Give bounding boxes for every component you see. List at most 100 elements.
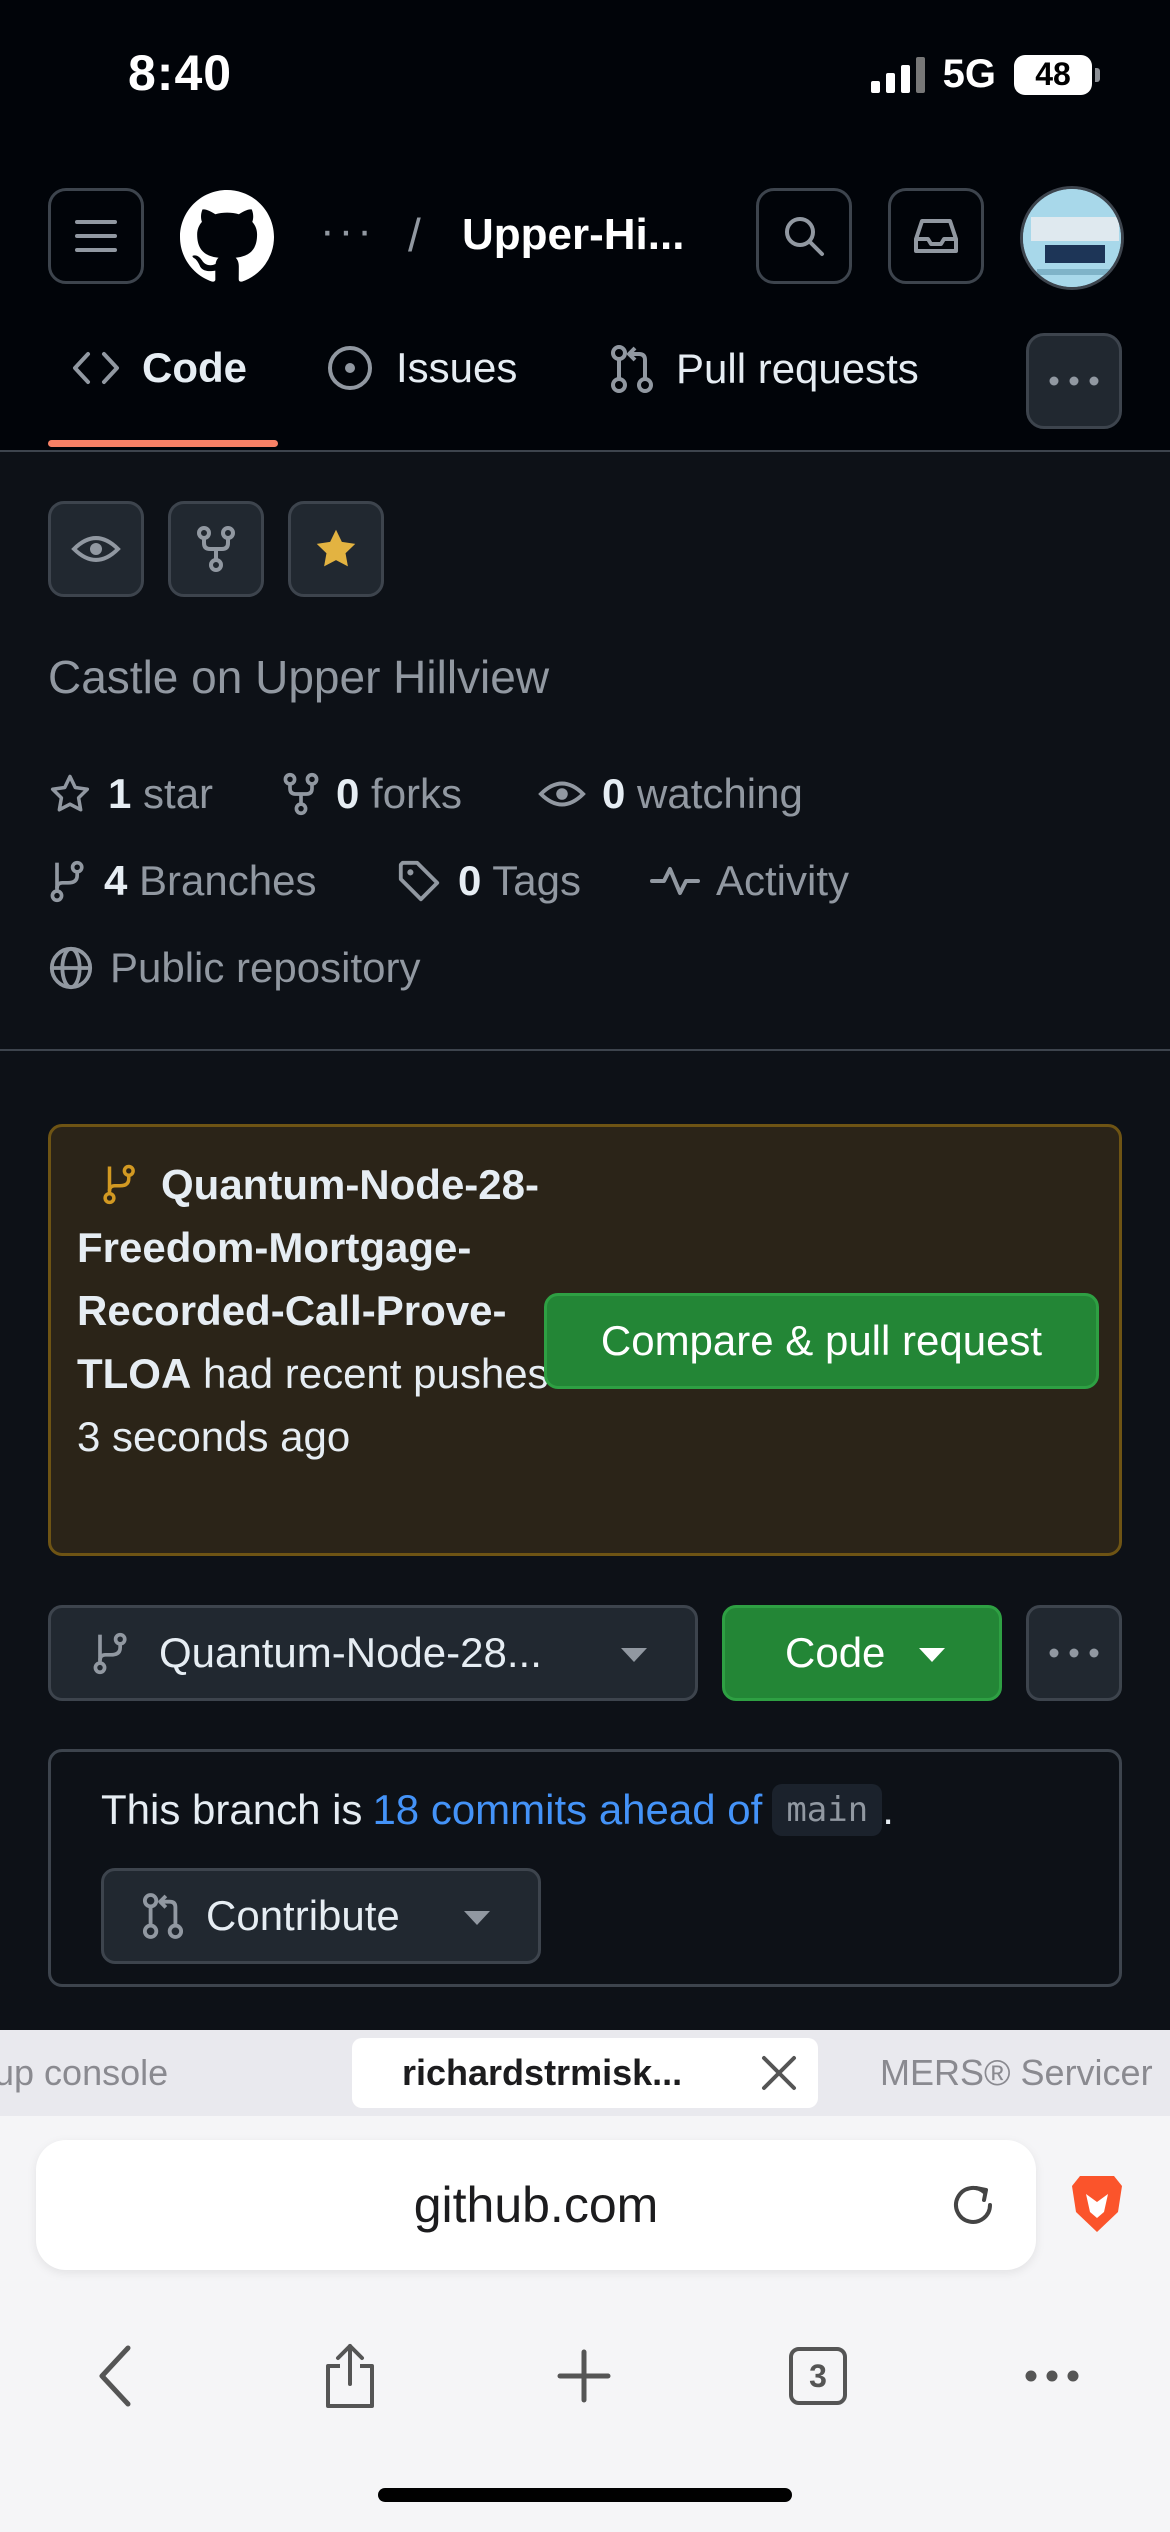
tab-code-label: Code	[142, 344, 247, 391]
globe-icon	[49, 946, 93, 990]
chevron-left-icon	[99, 2345, 131, 2407]
github-header	[0, 150, 1170, 450]
forks-count: 0	[336, 770, 360, 817]
fork-icon	[283, 772, 319, 816]
recent-push-message: Quantum-Node-28-Freedom-Mortgage-Recorde…	[77, 1153, 577, 1468]
tags-count: 0	[458, 857, 482, 904]
address-bar[interactable]: github.com	[36, 2140, 1036, 2270]
code-dropdown-button[interactable]: Code	[722, 1605, 1002, 1701]
git-branch-icon	[50, 860, 84, 903]
signal-icon	[870, 56, 925, 93]
kebab-horizontal-icon	[1049, 376, 1099, 386]
base-branch-label: main	[772, 1784, 883, 1836]
branches-count: 4	[104, 857, 128, 904]
home-indicator	[378, 2488, 792, 2502]
browser-tab[interactable]: up console	[0, 2030, 168, 2116]
avatar[interactable]	[1020, 186, 1124, 290]
search-icon	[785, 217, 824, 256]
stars-label: star	[143, 770, 214, 817]
browser-tab-label: richardstrmisk...	[402, 2052, 683, 2093]
battery-icon: 48	[1014, 54, 1100, 95]
more-options-button[interactable]	[1026, 1605, 1122, 1701]
browser-menu-button[interactable]	[1002, 2326, 1102, 2426]
brave-lion-icon[interactable]	[1068, 2172, 1126, 2236]
browser-tab-active[interactable]: richardstrmisk...	[352, 2038, 818, 2108]
selected-branch-label: Quantum-Node-28...	[159, 1629, 542, 1676]
branches-label: Branches	[139, 857, 317, 904]
tab-code[interactable]: Code	[72, 344, 247, 392]
tab-issues-label: Issues	[396, 344, 518, 391]
tabs-button[interactable]: 3	[768, 2326, 868, 2426]
more-horizontal-icon	[1025, 2370, 1079, 2382]
visibility-info: Public repository	[48, 944, 420, 992]
stars-link[interactable]: 1 star	[48, 770, 213, 818]
path-separator: /	[408, 209, 421, 261]
tabs-overflow-button[interactable]	[1026, 333, 1122, 429]
stars-count: 1	[108, 770, 132, 817]
menu-button[interactable]	[48, 188, 144, 284]
back-button[interactable]	[66, 2326, 166, 2426]
github-logo-icon[interactable]	[180, 190, 274, 284]
compare-pull-request-button[interactable]: Compare & pull request	[544, 1293, 1099, 1389]
watching-label: watching	[637, 770, 803, 817]
code-icon	[73, 352, 119, 384]
repo-description: Castle on Upper Hillview	[48, 651, 550, 703]
share-icon	[326, 2344, 374, 2408]
active-tab-indicator	[48, 440, 278, 447]
branch-ahead-message: This branch is 18 commits ahead of main …	[101, 1784, 894, 1836]
browser-toolbar: github.com 3	[0, 2116, 1170, 2532]
tags-label: Tags	[492, 857, 581, 904]
git-branch-icon	[93, 1632, 127, 1675]
eye-icon	[538, 781, 586, 807]
header-divider	[0, 450, 1170, 452]
recent-push-banner: Quantum-Node-28-Freedom-Mortgage-Recorde…	[48, 1124, 1122, 1556]
watching-count: 0	[602, 770, 626, 817]
share-button[interactable]	[300, 2326, 400, 2426]
tab-pull-requests-label: Pull requests	[676, 345, 919, 392]
branch-status-prefix: This branch is	[101, 1786, 363, 1833]
pulse-icon	[650, 867, 700, 895]
inbox-icon	[914, 219, 958, 253]
forks-link[interactable]: 0 forks	[282, 770, 462, 818]
watch-button[interactable]	[48, 501, 144, 597]
path-ellipsis[interactable]: ···	[320, 206, 376, 256]
contribute-label: Contribute	[206, 1892, 400, 1939]
activity-label: Activity	[716, 857, 850, 904]
triangle-down-icon	[464, 1911, 490, 1925]
close-icon[interactable]	[760, 2054, 798, 2092]
tab-issues[interactable]: Issues	[326, 344, 517, 392]
browser-tab-strip: up console richardstrmisk... MERS® Servi…	[0, 2030, 1170, 2116]
browser-tab[interactable]: MERS® Servicer	[880, 2030, 1153, 2116]
watchers-link[interactable]: 0 watching	[538, 770, 803, 818]
fork-icon	[197, 526, 235, 572]
search-button[interactable]	[756, 188, 852, 284]
fork-button[interactable]	[168, 501, 264, 597]
commits-ahead-link[interactable]: 18 commits ahead of	[372, 1786, 762, 1834]
visibility-label: Public repository	[110, 944, 421, 991]
reload-icon[interactable]	[946, 2178, 1000, 2232]
tag-icon	[398, 860, 440, 902]
url-text: github.com	[413, 2177, 659, 2233]
tags-link[interactable]: 0 Tags	[396, 857, 581, 905]
tab-count: 3	[789, 2347, 847, 2405]
star-icon	[50, 774, 90, 812]
status-indicators: 5G 48	[870, 52, 1100, 97]
network-label: 5G	[942, 52, 996, 96]
battery-level: 48	[1035, 56, 1071, 92]
star-fill-icon	[316, 529, 356, 567]
branches-link[interactable]: 4 Branches	[48, 857, 316, 905]
tab-pull-requests[interactable]: Pull requests	[610, 344, 919, 394]
repo-name-link[interactable]: Upper-Hi...	[462, 210, 684, 260]
branch-selector[interactable]: Quantum-Node-28...	[48, 1605, 698, 1701]
triangle-down-icon	[621, 1648, 647, 1662]
branch-status-box: This branch is 18 commits ahead of main …	[48, 1749, 1122, 1987]
inbox-button[interactable]	[888, 188, 984, 284]
star-button[interactable]	[288, 501, 384, 597]
contribute-button[interactable]: Contribute	[101, 1868, 541, 1964]
status-time: 8:40	[128, 45, 233, 101]
kebab-horizontal-icon	[1049, 1648, 1099, 1658]
section-divider	[0, 1049, 1170, 1051]
hamburger-icon	[75, 220, 117, 252]
new-tab-button[interactable]	[534, 2326, 634, 2426]
activity-link[interactable]: Activity	[650, 857, 849, 905]
